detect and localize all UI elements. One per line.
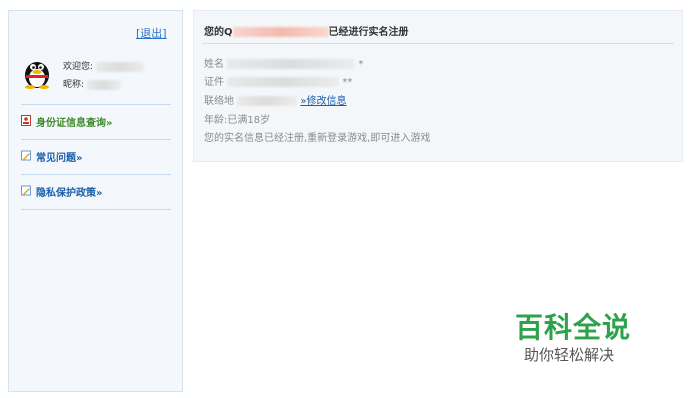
nav-faq[interactable]: 常见问题» — [21, 139, 171, 169]
title-prefix: 您的Q — [204, 27, 233, 38]
redacted-nickname — [86, 79, 121, 90]
name-label: 姓名 — [204, 59, 224, 70]
id-mask: ** — [342, 77, 353, 88]
nav-divider — [21, 209, 171, 210]
redacted-name — [227, 59, 356, 69]
nickname-label: 昵称: — [63, 80, 85, 90]
contact-row: 联络地 »修改信息 — [204, 92, 347, 107]
nav-privacy-policy[interactable]: 隐私保护政策» — [21, 174, 171, 204]
id-label: 证件 — [204, 77, 224, 88]
redacted-qq-number — [95, 61, 144, 72]
welcome-line: 欢迎您: — [63, 59, 144, 72]
nav-label: 隐私保护政策» — [36, 188, 103, 199]
qq-penguin-avatar — [25, 62, 49, 89]
welcome-label: 欢迎您: — [63, 62, 94, 72]
title-divider — [202, 43, 674, 44]
age-row: 年龄:已满18岁 — [204, 115, 271, 126]
nickname-line: 昵称: — [63, 77, 121, 90]
id-row: 证件 ** — [204, 73, 352, 88]
redacted-address — [237, 96, 298, 106]
redacted-id-number — [227, 77, 340, 87]
sidebar: [退出] 欢迎您: 昵称: 身份证信息查询» 常见问题» 隐私保护政策» — [8, 10, 183, 392]
title-suffix: 已经进行实名注册 — [328, 27, 409, 38]
modify-info-link[interactable]: »修改信息 — [300, 96, 346, 107]
pencil-icon — [21, 150, 31, 161]
name-row: 姓名 * — [204, 55, 363, 70]
contact-label: 联络地 — [204, 96, 234, 107]
user-profile: 欢迎您: 昵称: — [21, 55, 171, 101]
redacted-qq-number — [232, 27, 329, 37]
panel-title: 您的Q 已经进行实名注册 — [204, 23, 409, 38]
registration-note: 您的实名信息已经注册,重新登录游戏,即可进入游戏 — [204, 133, 431, 144]
registration-info-panel: 您的Q 已经进行实名注册 姓名 * 证件 ** 联络地 »修改信息 年龄:已满18… — [193, 10, 683, 162]
nav-label: 常见问题» — [36, 153, 83, 164]
nav-id-info-query[interactable]: 身份证信息查询» — [21, 104, 171, 134]
logout-link[interactable]: [退出] — [136, 25, 167, 41]
watermark-subtitle: 助你轻松解决 — [524, 346, 615, 364]
nav-label: 身份证信息查询» — [36, 118, 113, 129]
id-card-icon — [21, 115, 31, 126]
watermark-title: 百科全说 — [515, 311, 632, 344]
pencil-icon — [21, 185, 31, 196]
name-mask: * — [358, 59, 364, 70]
